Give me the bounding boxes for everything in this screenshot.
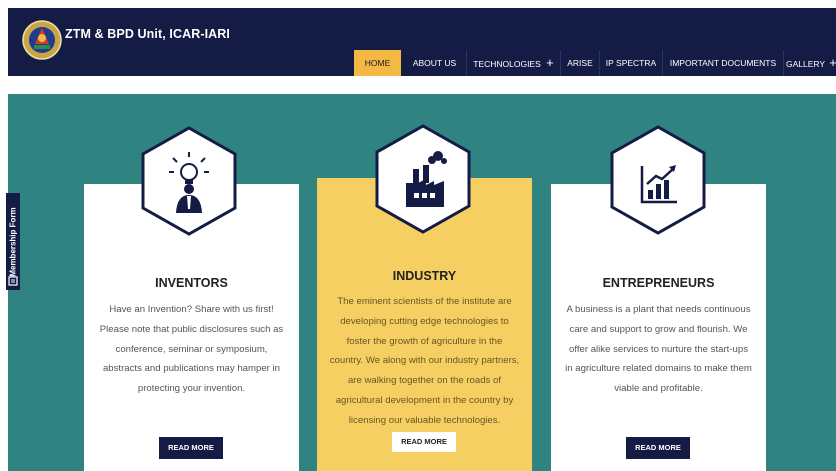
card-text-line: in agriculture related domains to make t… — [565, 363, 752, 375]
card-text-line: developing cutting edge technologies to — [340, 315, 509, 327]
nav-important-documents-label: IMPORTANT DOCUMENTS — [669, 58, 777, 68]
expand-plus-icon: + — [546, 55, 554, 70]
growth-chart-icon — [609, 124, 707, 236]
industry-read-more-button[interactable]: READ MORE — [392, 432, 456, 452]
nav-about-us[interactable]: ABOUT US — [407, 50, 462, 76]
card-text-line: A business is a plant that needs continu… — [566, 304, 751, 315]
inventors-read-more-button[interactable]: READ MORE — [159, 437, 223, 459]
nav-important-documents[interactable]: IMPORTANT DOCUMENTS — [664, 50, 782, 76]
entrepreneurs-read-more-button[interactable]: READ MORE — [626, 437, 690, 459]
icar-logo[interactable] — [22, 20, 62, 60]
nav-ip-spectra[interactable]: IP SPECTRA — [601, 50, 661, 76]
card-text-line: country. We along with our industry part… — [329, 355, 520, 367]
card-title: ENTREPRENEURS — [602, 276, 715, 290]
nav-arise-label: ARISE — [567, 58, 593, 68]
nav-separator — [599, 50, 600, 76]
nav-technologies[interactable]: TECHNOLOGIES + — [469, 50, 558, 76]
nav-gallery[interactable]: GALLERY + — [786, 50, 836, 76]
card-text-line: licensing our valuable technologies. — [348, 414, 501, 426]
site-header: ZTM & BPD Unit, ICAR-IARI HOME ABOUT US … — [8, 8, 836, 76]
card-text-line: agricultural development in the country … — [335, 394, 514, 406]
nav-home[interactable]: HOME — [354, 50, 401, 76]
nav-separator — [662, 50, 663, 76]
nav-separator — [466, 50, 467, 76]
card-description: The eminent scientists of the institute … — [317, 292, 532, 431]
card-text-line: conference, seminar or symposium, — [115, 343, 268, 355]
nav-separator — [560, 50, 561, 76]
top-strip — [0, 0, 836, 8]
expand-plus-icon: + — [829, 55, 836, 70]
nav-about-us-label: ABOUT US — [412, 58, 457, 68]
card-title: INDUSTRY — [392, 269, 457, 283]
nav-gallery-label: GALLERY — [786, 59, 825, 69]
card-text-line: Have an Invention? Share with us first! — [109, 304, 274, 315]
card-text-line: are walking together on the roads of — [347, 375, 502, 387]
card-text-line: protecting your invention. — [137, 383, 246, 395]
factory-icon — [374, 123, 472, 235]
nav-separator — [783, 50, 784, 76]
card-description: Have an Invention? Share with us first! … — [84, 300, 299, 399]
nav-arise[interactable]: ARISE — [562, 50, 598, 76]
card-text-line: care and support to grow and flourish. W… — [569, 323, 748, 335]
card-text-line: offer alike services to nurture the star… — [569, 343, 748, 355]
nav-home-label: HOME — [364, 58, 391, 68]
card-text-line: Please note that public disclosures such… — [99, 323, 284, 335]
site-title[interactable]: ZTM & BPD Unit, ICAR-IARI — [65, 27, 230, 41]
card-text-line: The eminent scientists of the institute … — [337, 296, 512, 307]
inventor-lightbulb-icon — [140, 125, 238, 237]
card-text-line: foster the growth of agriculture in the — [346, 335, 503, 347]
card-text-line: abstracts and publications may hamper in — [102, 363, 281, 375]
membership-form-tab[interactable]: Membership Form — [6, 193, 20, 290]
nav-technologies-label: TECHNOLOGIES — [473, 59, 541, 69]
card-description: A business is a plant that needs continu… — [551, 300, 766, 399]
card-title: INVENTORS — [155, 276, 228, 290]
card-text-line: viable and profitable. — [614, 383, 703, 395]
form-edit-icon — [8, 276, 18, 286]
membership-form-label: Membership Form — [8, 206, 18, 277]
nav-ip-spectra-label: IP SPECTRA — [605, 58, 657, 68]
